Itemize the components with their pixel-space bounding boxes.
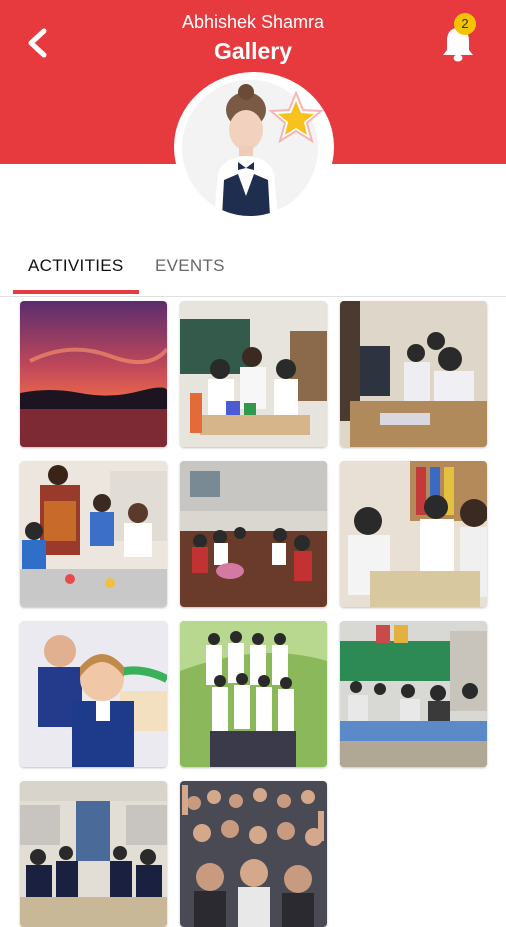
gallery-image-classroom-desks[interactable]: [180, 461, 327, 607]
tab-selected-indicator: [13, 290, 139, 294]
gallery-image-smiling-children[interactable]: [20, 621, 167, 767]
star-icon: [268, 90, 324, 144]
gallery-image-students-writing[interactable]: [340, 461, 487, 607]
gallery-image-sunset[interactable]: [20, 301, 167, 447]
notification-badge: 2: [454, 13, 476, 35]
tab-bar: ACTIVITIES EVENTS: [0, 238, 506, 297]
gallery-image-crowd[interactable]: [180, 781, 327, 927]
user-name: Abhishek Shamra: [181, 12, 325, 32]
gallery-image-students-hall[interactable]: [20, 781, 167, 927]
gallery-image-computer-lab[interactable]: [340, 301, 487, 447]
gallery-image-green-classroom[interactable]: [340, 621, 487, 767]
gallery-image-group-uniforms[interactable]: [180, 621, 327, 767]
gallery-image-teacher-craft[interactable]: [20, 461, 167, 607]
tab-activities[interactable]: ACTIVITIES: [28, 256, 124, 276]
page-title: Gallery: [214, 38, 292, 64]
tab-events[interactable]: EVENTS: [155, 256, 225, 276]
gallery-image-children-table[interactable]: [180, 301, 327, 447]
